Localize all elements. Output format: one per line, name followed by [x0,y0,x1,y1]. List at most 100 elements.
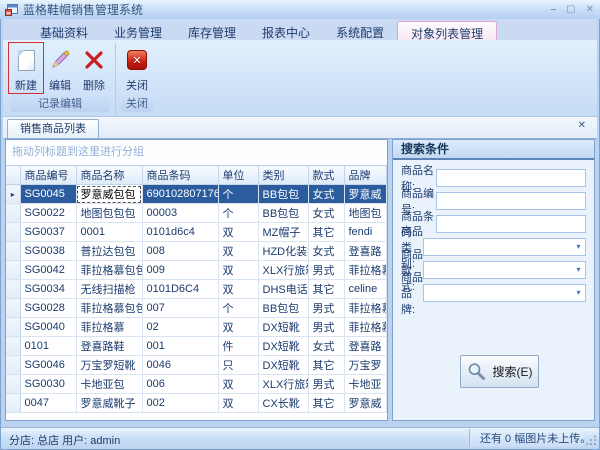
cell-r6-c5[interactable]: 男式 [308,299,344,318]
cell-r3-c0[interactable]: SG0038 [20,242,76,261]
ribbon-tab-1[interactable]: 业务管理 [101,21,175,40]
cell-r9-c3[interactable]: 只 [218,356,258,375]
search-input-0[interactable] [436,169,586,187]
cell-r3-c2[interactable]: 008 [142,242,218,261]
row-indicator[interactable] [6,356,20,375]
cell-r0-c4[interactable]: BB包包 [258,185,308,204]
cell-r0-c5[interactable]: 女式 [308,185,344,204]
resize-grip-icon[interactable] [586,435,597,446]
minimize-icon[interactable]: – [551,3,557,17]
cell-r11-c5[interactable]: 其它 [308,394,344,413]
cell-r4-c0[interactable]: SG0042 [20,261,76,280]
ribbon-tab-2[interactable]: 库存管理 [175,21,249,40]
cell-r1-c4[interactable]: BB包包 [258,204,308,223]
cell-r2-c2[interactable]: 0101d6c4 [142,223,218,242]
cell-r1-c0[interactable]: SG0022 [20,204,76,223]
cell-r7-c2[interactable]: 02 [142,318,218,337]
row-indicator[interactable] [6,337,20,356]
search-field-input-3[interactable] [424,239,572,255]
cell-r6-c1[interactable]: 菲拉格慕包包 [76,299,142,318]
cell-r10-c6[interactable]: 卡地亚 [344,375,387,394]
cell-r3-c6[interactable]: 登喜路 [344,242,387,261]
cell-r1-c5[interactable]: 女式 [308,204,344,223]
edit-button[interactable]: 编辑 [43,43,77,93]
cell-r6-c3[interactable]: 个 [218,299,258,318]
cell-r3-c4[interactable]: HZD化装袋 [258,242,308,261]
cell-r10-c0[interactable]: SG0030 [20,375,76,394]
column-header-2[interactable]: 商品条码 [142,166,218,185]
search-field-input-4[interactable] [424,262,572,278]
ribbon-tab-4[interactable]: 系统配置 [323,21,397,40]
cell-r1-c1[interactable]: 地图包包包 [76,204,142,223]
cell-r2-c5[interactable]: 其它 [308,223,344,242]
cell-r10-c3[interactable]: 双 [218,375,258,394]
cell-r8-c3[interactable]: 件 [218,337,258,356]
search-dropdown-4[interactable]: ▾ [423,261,586,279]
chevron-down-icon[interactable]: ▾ [572,285,585,301]
cell-r8-c0[interactable]: 0101 [20,337,76,356]
search-field-input-5[interactable] [424,285,572,301]
cell-r7-c4[interactable]: DX短靴 [258,318,308,337]
cell-r2-c3[interactable]: 双 [218,223,258,242]
cell-r9-c0[interactable]: SG0046 [20,356,76,375]
cell-r4-c4[interactable]: XLX行旅箱 [258,261,308,280]
cell-r0-c2[interactable]: 6901028071765 [142,185,218,204]
cell-r8-c4[interactable]: DX短靴 [258,337,308,356]
cell-r3-c5[interactable]: 女式 [308,242,344,261]
cell-r10-c4[interactable]: XLX行旅箱 [258,375,308,394]
ribbon-tab-5[interactable]: 对象列表管理 [397,21,497,40]
cell-r2-c0[interactable]: SG0037 [20,223,76,242]
cell-r0-c0[interactable]: SG0045 [20,185,76,204]
cell-r8-c1[interactable]: 登喜路鞋 [76,337,142,356]
cell-r11-c0[interactable]: 0047 [20,394,76,413]
cell-r7-c1[interactable]: 菲拉格慕 [76,318,142,337]
row-indicator[interactable] [6,204,20,223]
search-field-input-2[interactable] [437,216,585,232]
column-header-1[interactable]: 商品名称 [76,166,142,185]
cell-r11-c1[interactable]: 罗意威靴子 [76,394,142,413]
new-button[interactable]: 新建 [9,43,43,93]
cell-r5-c3[interactable]: 双 [218,280,258,299]
row-indicator[interactable] [6,280,20,299]
cell-r5-c4[interactable]: DHS电话绳 [258,280,308,299]
cell-r2-c1[interactable]: 0001 [76,223,142,242]
close-view-button[interactable]: ✕ 关闭 [120,43,154,93]
cell-r9-c4[interactable]: DX短靴 [258,356,308,375]
cell-r3-c1[interactable]: 普拉达包包 [76,242,142,261]
cell-r8-c6[interactable]: 登喜路 [344,337,387,356]
document-close-icon[interactable]: ✕ [578,120,586,131]
row-indicator[interactable] [6,223,20,242]
cell-r7-c6[interactable]: 菲拉格慕 [344,318,387,337]
ribbon-tab-0[interactable]: 基础资料 [27,21,101,40]
row-indicator[interactable]: ▸ [6,185,20,204]
cell-r0-c1[interactable]: 罗意威包包 [76,185,142,204]
cell-r9-c5[interactable]: 其它 [308,356,344,375]
search-input-1[interactable] [436,192,586,210]
column-header-3[interactable]: 单位 [218,166,258,185]
ribbon-tab-3[interactable]: 报表中心 [249,21,323,40]
cell-r11-c4[interactable]: CX长靴 [258,394,308,413]
tab-sales-product-list[interactable]: 销售商品列表 [7,119,99,138]
cell-r2-c4[interactable]: MZ帽子 [258,223,308,242]
search-button[interactable]: 搜索(E) [460,355,539,388]
search-field-input-1[interactable] [437,193,585,209]
close-icon[interactable]: ✕ [586,3,594,17]
cell-r4-c5[interactable]: 男式 [308,261,344,280]
cell-r7-c0[interactable]: SG0040 [20,318,76,337]
cell-r1-c2[interactable]: 00003 [142,204,218,223]
search-dropdown-5[interactable]: ▾ [423,284,586,302]
cell-r4-c2[interactable]: 009 [142,261,218,280]
cell-r5-c5[interactable]: 其它 [308,280,344,299]
column-header-4[interactable]: 类别 [258,166,308,185]
cell-r6-c6[interactable]: 菲拉格慕 [344,299,387,318]
row-indicator[interactable] [6,394,20,413]
cell-r10-c1[interactable]: 卡地亚包 [76,375,142,394]
cell-r7-c3[interactable]: 双 [218,318,258,337]
cell-r5-c0[interactable]: SG0034 [20,280,76,299]
row-indicator[interactable] [6,318,20,337]
cell-r4-c3[interactable]: 双 [218,261,258,280]
cell-r5-c6[interactable]: celine [344,280,387,299]
groupby-drop-zone[interactable]: 拖动列标题到这里进行分组 [6,140,387,165]
maximize-icon[interactable]: ▢ [566,3,575,17]
cell-r6-c4[interactable]: BB包包 [258,299,308,318]
